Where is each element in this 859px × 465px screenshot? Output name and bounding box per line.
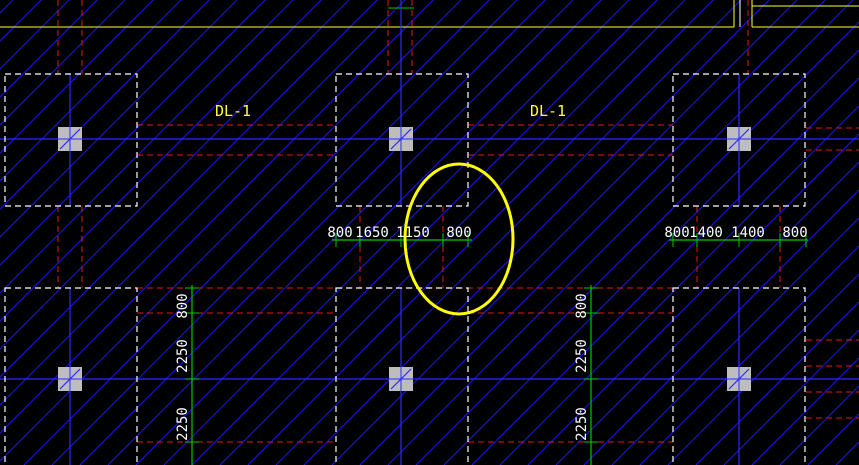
- dimension-row-left: 800 1650 1150 800: [327, 225, 471, 241]
- dim-text: 1150: [396, 225, 430, 241]
- dim-text: 2250: [574, 339, 590, 373]
- column-marker-icon: [389, 127, 413, 151]
- dim-text: 2250: [175, 407, 191, 441]
- cad-drawing-canvas: DL-1 DL-1 800 1650 1150 800 800 1400 140…: [0, 0, 859, 465]
- dim-text: 800: [664, 225, 689, 241]
- dimension-col-left: 800 2250 2250: [175, 293, 191, 441]
- dim-text: 800: [574, 293, 590, 318]
- dim-text: 800: [327, 225, 352, 241]
- beam-label-left: DL-1: [215, 102, 251, 120]
- column-marker-icon: [727, 367, 751, 391]
- dim-text: 1400: [731, 225, 765, 241]
- column-marker-icon: [58, 127, 82, 151]
- column-marker-icon: [58, 367, 82, 391]
- dim-text: 1650: [355, 225, 389, 241]
- column-marker-icon: [727, 127, 751, 151]
- column-marker-icon: [389, 367, 413, 391]
- beam-label-right: DL-1: [530, 102, 566, 120]
- dim-text: 1400: [689, 225, 723, 241]
- dim-text: 800: [175, 293, 191, 318]
- dimension-row-right: 800 1400 1400 800: [664, 225, 807, 241]
- dim-text: 2250: [175, 339, 191, 373]
- dim-text: 800: [446, 225, 471, 241]
- dim-text: 2250: [574, 407, 590, 441]
- dim-text: 800: [782, 225, 807, 241]
- dimension-col-right: 800 2250 2250: [574, 293, 590, 441]
